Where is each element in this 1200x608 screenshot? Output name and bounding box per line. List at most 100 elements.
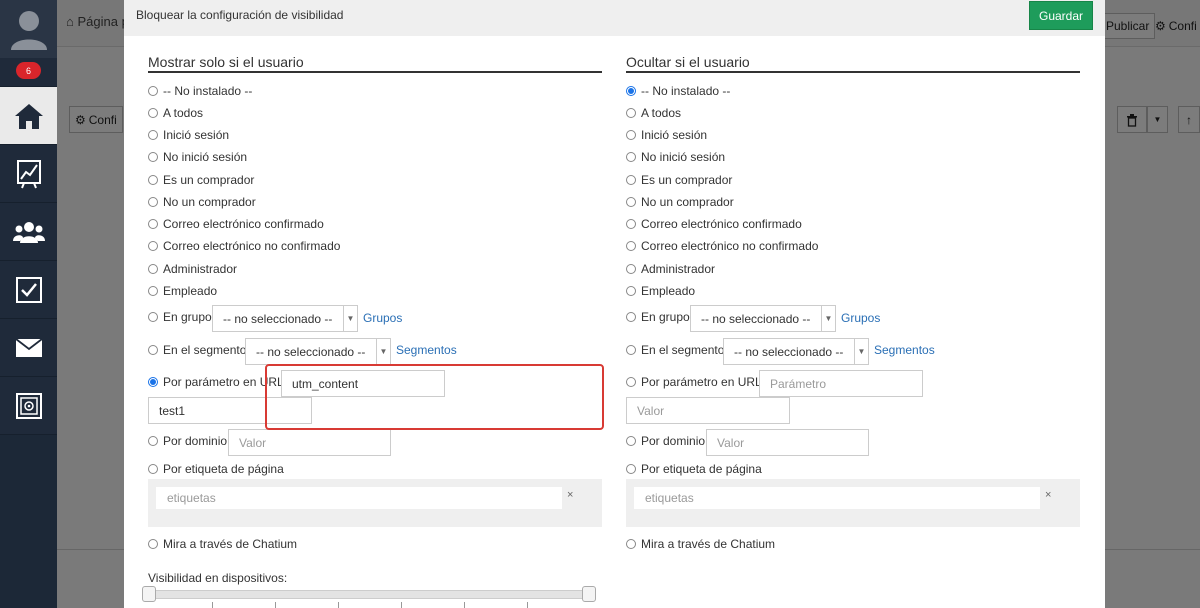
radio-icon[interactable] — [148, 152, 158, 162]
left-option-page-tag[interactable]: Por etiqueta de página — [148, 461, 284, 477]
gear-icon: ⚙ — [75, 112, 86, 127]
devices-slider-handle-max[interactable] — [582, 586, 596, 602]
radio-icon[interactable] — [626, 197, 636, 207]
radio-icon[interactable] — [626, 241, 636, 251]
sidebar-item-users[interactable] — [0, 202, 57, 260]
radio-icon[interactable] — [626, 264, 636, 274]
right-tags-input[interactable]: etiquetas — [634, 487, 1040, 509]
notification-badge[interactable]: 6 — [16, 62, 41, 79]
publish-button[interactable]: Publicar — [1100, 13, 1156, 39]
right-option-url-param[interactable]: Por parámetro en URL — [626, 374, 762, 390]
right-group-select[interactable]: -- no seleccionado -- ▼ — [690, 305, 836, 332]
radio-icon[interactable] — [148, 436, 158, 446]
radio-icon[interactable] — [626, 152, 636, 162]
left-option-domain[interactable]: Por dominio — [148, 433, 227, 449]
right-option-chatium[interactable]: Mira a través de Chatium — [626, 536, 775, 552]
breadcrumb[interactable]: ⌂ Página p — [66, 14, 129, 29]
left-segment-select[interactable]: -- no seleccionado -- ▼ — [245, 338, 391, 365]
radio-icon[interactable] — [626, 345, 636, 355]
radio-icon[interactable] — [626, 286, 636, 296]
left-groups-link[interactable]: Grupos — [363, 311, 402, 325]
left-option-employee[interactable]: Empleado — [148, 283, 217, 299]
left-option-in-segment[interactable]: En el segmento — [148, 342, 246, 358]
radio-icon[interactable] — [148, 219, 158, 229]
radio-icon[interactable] — [148, 264, 158, 274]
left-option-email-not-confirmed[interactable]: Correo electrónico no confirmado — [148, 238, 340, 254]
left-option-buyer[interactable]: Es un comprador — [148, 172, 254, 188]
right-option-buyer[interactable]: Es un comprador — [626, 172, 732, 188]
right-segments-link[interactable]: Segmentos — [874, 343, 935, 357]
left-option-not-logged-in[interactable]: No inició sesión — [148, 149, 247, 165]
clear-icon[interactable]: × — [567, 489, 573, 501]
right-option-everyone[interactable]: A todos — [626, 105, 681, 121]
right-option-admin[interactable]: Administrador — [626, 261, 715, 277]
right-param-name-input[interactable]: Parámetro — [759, 370, 923, 397]
radio-icon[interactable] — [148, 464, 158, 474]
right-option-email-not-confirmed[interactable]: Correo electrónico no confirmado — [626, 238, 818, 254]
left-option-in-group[interactable]: En grupo — [148, 309, 212, 325]
right-domain-input[interactable]: Valor — [706, 429, 869, 456]
radio-selected-icon[interactable] — [148, 377, 158, 387]
left-option-not-installed[interactable]: -- No instalado -- — [148, 83, 252, 99]
radio-selected-icon[interactable] — [626, 86, 636, 96]
radio-icon[interactable] — [148, 312, 158, 322]
sidebar-item-tasks[interactable] — [0, 260, 57, 318]
right-option-employee[interactable]: Empleado — [626, 283, 695, 299]
radio-icon[interactable] — [626, 312, 636, 322]
radio-icon[interactable] — [148, 130, 158, 140]
right-option-email-confirmed[interactable]: Correo electrónico confirmado — [626, 216, 802, 232]
radio-icon[interactable] — [626, 539, 636, 549]
right-option-in-group[interactable]: En grupo — [626, 309, 690, 325]
delete-button[interactable] — [1117, 106, 1147, 133]
left-tags-input[interactable]: etiquetas — [156, 487, 562, 509]
radio-icon[interactable] — [148, 175, 158, 185]
radio-icon[interactable] — [626, 175, 636, 185]
left-segments-link[interactable]: Segmentos — [396, 343, 457, 357]
devices-slider-handle-min[interactable] — [142, 586, 156, 602]
clear-icon[interactable]: × — [1045, 489, 1051, 501]
left-option-chatium[interactable]: Mira a través de Chatium — [148, 536, 297, 552]
right-option-not-logged-in[interactable]: No inició sesión — [626, 149, 725, 165]
right-option-in-segment[interactable]: En el segmento — [626, 342, 724, 358]
save-button[interactable]: Guardar — [1029, 1, 1093, 30]
left-option-not-buyer[interactable]: No un comprador — [148, 194, 256, 210]
right-option-page-tag[interactable]: Por etiqueta de página — [626, 461, 762, 477]
move-up-button[interactable]: ↑ — [1178, 106, 1200, 133]
config-left-button[interactable]: ⚙ Confi — [69, 106, 123, 133]
left-domain-input[interactable]: Valor — [228, 429, 391, 456]
right-option-not-buyer[interactable]: No un comprador — [626, 194, 734, 210]
left-option-url-param[interactable]: Por parámetro en URL — [148, 374, 284, 390]
sidebar-item-messages[interactable] — [0, 318, 57, 376]
sidebar-item-home[interactable] — [0, 86, 57, 144]
dropdown-button[interactable]: ▼ — [1147, 106, 1168, 133]
user-avatar[interactable] — [0, 0, 57, 58]
radio-icon[interactable] — [148, 345, 158, 355]
radio-icon[interactable] — [148, 86, 158, 96]
radio-icon[interactable] — [626, 464, 636, 474]
left-group-select[interactable]: -- no seleccionado -- ▼ — [212, 305, 358, 332]
right-option-domain[interactable]: Por dominio — [626, 433, 705, 449]
config-top-button[interactable]: ⚙ Confi — [1150, 13, 1200, 39]
left-option-logged-in[interactable]: Inició sesión — [148, 127, 229, 143]
right-groups-link[interactable]: Grupos — [841, 311, 880, 325]
left-option-email-confirmed[interactable]: Correo electrónico confirmado — [148, 216, 324, 232]
radio-icon[interactable] — [148, 539, 158, 549]
right-param-value-input[interactable]: Valor — [626, 397, 790, 424]
radio-icon[interactable] — [626, 108, 636, 118]
radio-icon[interactable] — [626, 219, 636, 229]
radio-icon[interactable] — [626, 436, 636, 446]
left-option-everyone[interactable]: A todos — [148, 105, 203, 121]
radio-icon[interactable] — [148, 108, 158, 118]
radio-icon[interactable] — [148, 241, 158, 251]
sidebar-item-analytics[interactable] — [0, 144, 57, 202]
right-option-not-installed[interactable]: -- No instalado -- — [626, 83, 730, 99]
right-segment-select[interactable]: -- no seleccionado -- ▼ — [723, 338, 869, 365]
radio-icon[interactable] — [148, 286, 158, 296]
right-option-logged-in[interactable]: Inició sesión — [626, 127, 707, 143]
devices-slider-track[interactable] — [148, 590, 596, 599]
radio-icon[interactable] — [626, 377, 636, 387]
radio-icon[interactable] — [148, 197, 158, 207]
radio-icon[interactable] — [626, 130, 636, 140]
sidebar-item-storage[interactable] — [0, 376, 57, 434]
left-option-admin[interactable]: Administrador — [148, 261, 237, 277]
